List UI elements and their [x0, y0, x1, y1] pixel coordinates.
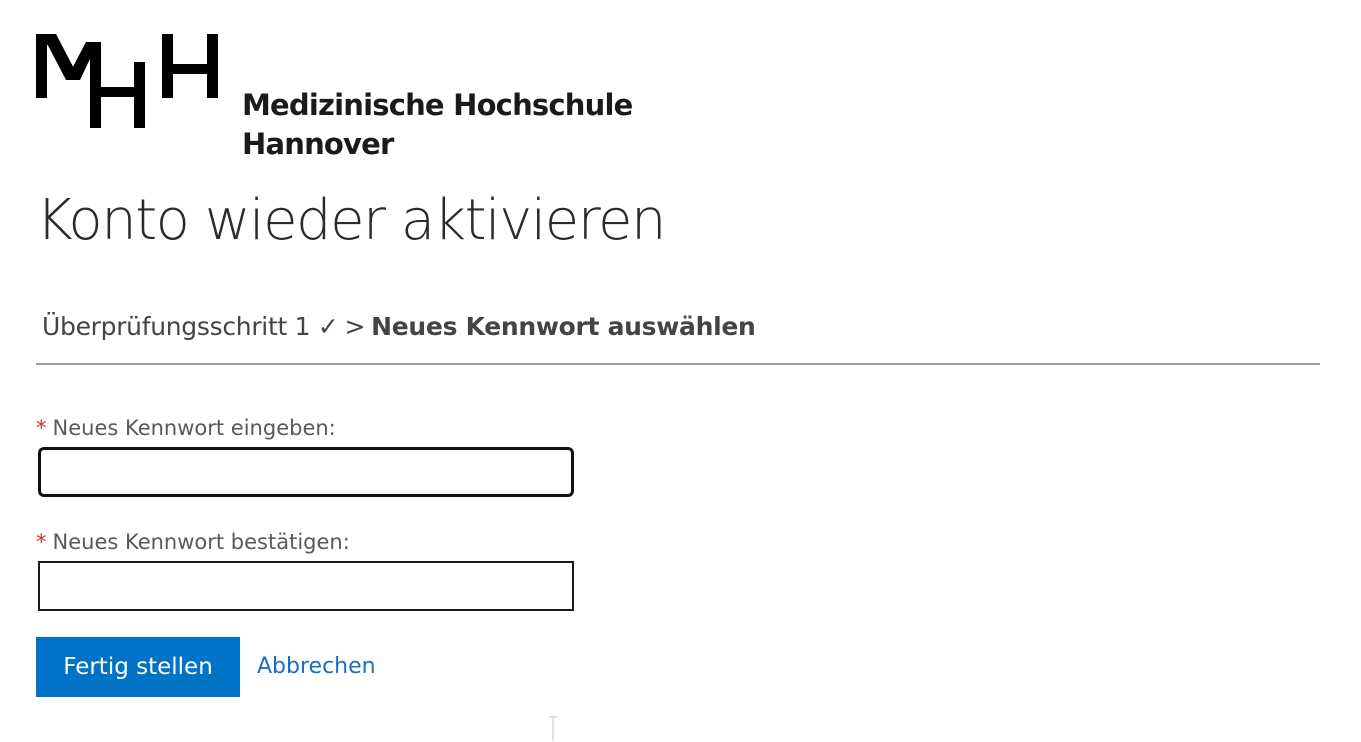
- confirm-password-label-text: Neues Kennwort bestätigen:: [52, 530, 350, 554]
- breadcrumb-current-step: Neues Kennwort auswählen: [371, 312, 756, 341]
- required-marker: *: [36, 530, 47, 554]
- divider: [36, 363, 1320, 365]
- new-password-input[interactable]: [38, 447, 574, 497]
- text-cursor-icon: [549, 716, 557, 741]
- logo-line-1: Medizinische Hochschule: [242, 88, 633, 122]
- confirm-password-input[interactable]: [38, 561, 574, 611]
- mhh-logo-icon: [36, 34, 218, 128]
- logo-line-2: Hannover: [242, 127, 394, 161]
- breadcrumb: Überprüfungsschritt 1 ✓ > Neues Kennwort a…: [42, 308, 756, 346]
- mhh-logo: Medizinische Hochschule Hannover: [36, 32, 633, 162]
- page: Medizinische Hochschule Hannover Konto w…: [0, 0, 1361, 742]
- breadcrumb-step-1: Überprüfungsschritt 1 ✓: [42, 312, 339, 341]
- new-password-label-text: Neues Kennwort eingeben:: [52, 416, 336, 440]
- confirm-password-label: * Neues Kennwort bestätigen:: [36, 527, 350, 557]
- new-password-label: * Neues Kennwort eingeben:: [36, 413, 336, 443]
- page-title: Konto wieder aktivieren: [36, 188, 667, 253]
- cancel-link[interactable]: Abbrechen: [257, 651, 376, 683]
- breadcrumb-separator: >: [344, 312, 366, 341]
- logo-text: Medizinische Hochschule Hannover: [242, 86, 633, 164]
- finish-button[interactable]: Fertig stellen: [36, 637, 240, 697]
- required-marker: *: [36, 416, 47, 440]
